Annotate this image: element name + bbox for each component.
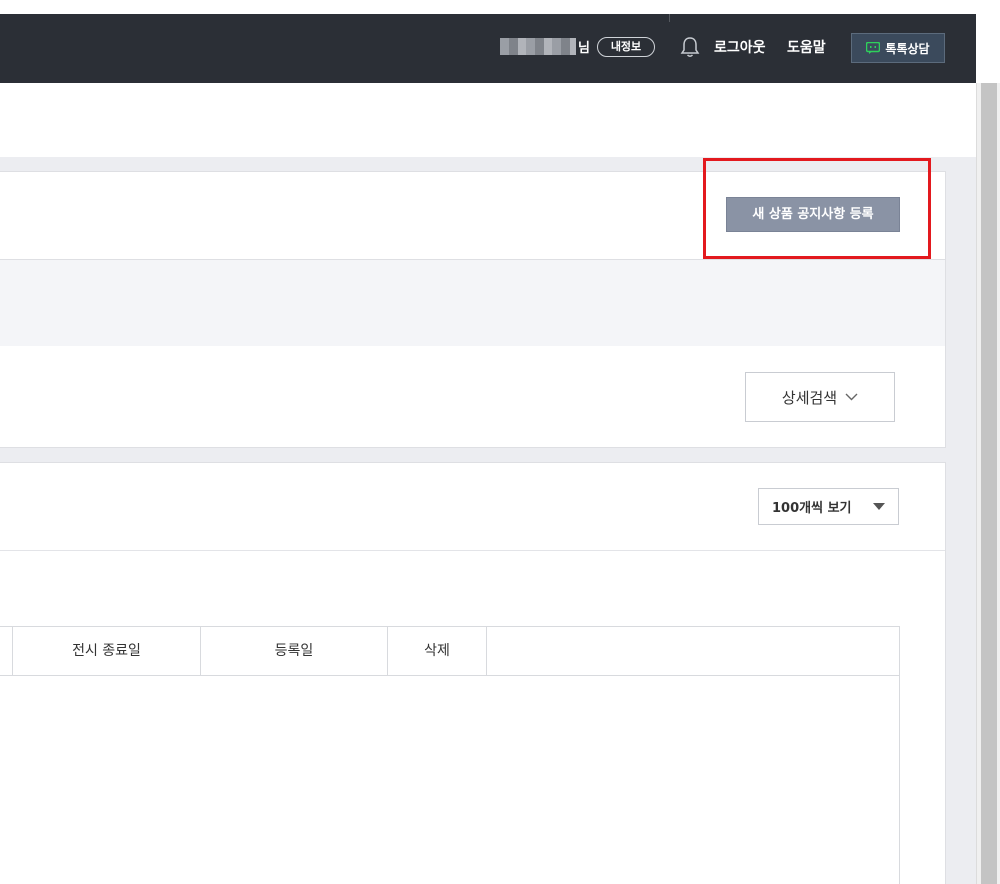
table-header: 전시 종료일 등록일 삭제: [0, 627, 899, 676]
help-link[interactable]: 도움말: [787, 37, 826, 57]
column-header-registered-date: 등록일: [201, 627, 388, 675]
highlight-annotation-box: [703, 158, 931, 259]
chevron-down-icon: [845, 393, 858, 401]
user-name-redacted: [500, 38, 576, 55]
scrollbar-thumb[interactable]: [981, 83, 997, 884]
page-size-value: 100개씩 보기: [772, 501, 852, 516]
talk-talk-label: 톡톡상담: [885, 41, 930, 56]
column-header-display-end-date: 전시 종료일: [13, 627, 201, 675]
caret-down-icon: [873, 503, 885, 510]
top-navigation-bar: [0, 14, 976, 83]
talk-talk-consult-button[interactable]: 톡톡상담: [851, 33, 945, 63]
list-panel-divider: [0, 550, 945, 551]
talk-chat-icon: [866, 42, 881, 54]
column-header-truncated: [0, 627, 13, 675]
detail-search-button[interactable]: 상세검색: [745, 372, 895, 422]
window-top-strip: [0, 0, 1000, 14]
logout-link[interactable]: 로그아웃: [714, 37, 766, 57]
bell-icon[interactable]: [679, 35, 701, 59]
my-info-button[interactable]: 내정보: [597, 37, 655, 57]
filter-panel: [0, 260, 946, 346]
detail-search-label: 상세검색: [781, 388, 838, 407]
column-header-delete: 삭제: [388, 627, 487, 675]
vertical-scrollbar[interactable]: [976, 83, 1000, 884]
user-honorific: 님: [578, 41, 590, 56]
page-header-area: [0, 83, 976, 157]
topbar-divider: [669, 14, 670, 22]
notice-table: 전시 종료일 등록일 삭제: [0, 626, 900, 884]
